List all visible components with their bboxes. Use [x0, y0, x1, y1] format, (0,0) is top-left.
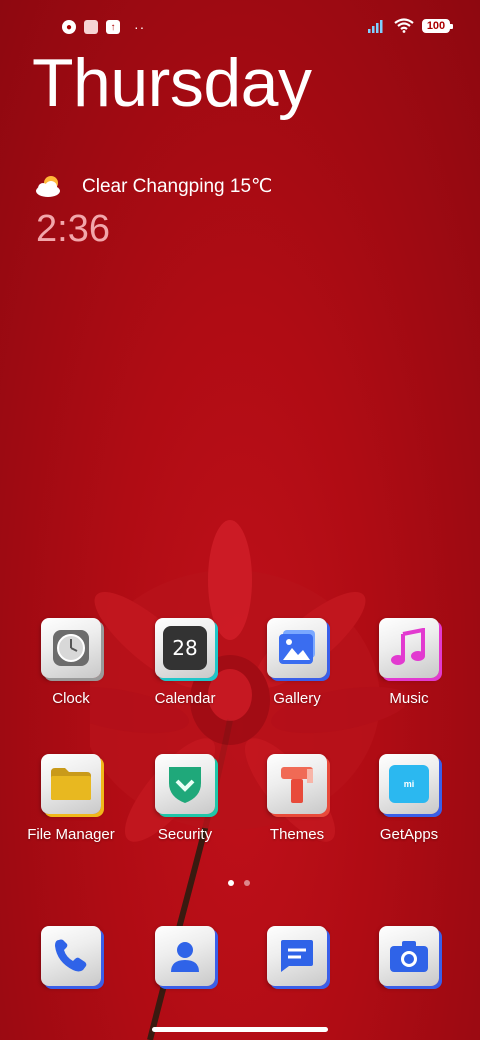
app-label: Themes — [269, 826, 325, 843]
page-dot-2[interactable] — [244, 880, 250, 886]
app-clock[interactable]: Clock — [16, 618, 126, 707]
app-calendar[interactable]: 28 Calendar — [130, 618, 240, 707]
battery-icon: 100 — [422, 18, 453, 33]
app-gallery[interactable]: Gallery — [242, 618, 352, 707]
notification-icon: ● — [62, 20, 76, 34]
contacts-icon — [155, 926, 215, 986]
app-label: Gallery — [273, 690, 321, 707]
calendar-date: 28 — [163, 626, 207, 670]
calendar-icon: 28 — [155, 618, 215, 678]
getapps-bag: mi — [389, 765, 429, 803]
app-label: Calendar — [154, 690, 216, 707]
app-themes[interactable]: Themes — [242, 754, 352, 843]
clock-time: 2:36 — [36, 208, 110, 250]
app-label: Clock — [52, 690, 90, 707]
music-icon — [379, 618, 439, 678]
weather-widget[interactable]: Clear Changping 15℃ — [34, 174, 272, 198]
shield-icon — [155, 754, 215, 814]
status-left: ● ↑ ·· — [62, 19, 145, 35]
dock-phone[interactable] — [16, 926, 126, 986]
page-indicator[interactable] — [228, 880, 250, 886]
weather-text: Clear Changping 15℃ — [82, 175, 273, 197]
messages-icon — [267, 926, 327, 986]
app-label: File Manager — [27, 826, 115, 843]
more-notifications-icon: ·· — [134, 19, 146, 35]
dock-camera[interactable] — [354, 926, 464, 986]
square-icon — [84, 20, 98, 34]
home-gesture-bar[interactable] — [152, 1027, 328, 1032]
camera-icon — [379, 926, 439, 986]
folder-icon — [41, 754, 101, 814]
upload-icon: ↑ — [106, 20, 120, 34]
app-file-manager[interactable]: File Manager — [16, 754, 126, 843]
app-label: GetApps — [379, 826, 439, 843]
page-dot-1[interactable] — [228, 880, 234, 886]
app-music[interactable]: Music — [354, 618, 464, 707]
dock-contacts[interactable] — [130, 926, 240, 986]
app-label: Music — [389, 690, 429, 707]
themes-icon — [267, 754, 327, 814]
clock-icon — [41, 618, 101, 678]
signal-icon — [368, 19, 383, 33]
dock-messages[interactable] — [242, 926, 352, 986]
phone-icon — [41, 926, 101, 986]
day-of-week: Thursday — [32, 45, 312, 121]
app-security[interactable]: Security — [130, 754, 240, 843]
wifi-icon — [394, 18, 414, 33]
cloud-sun-icon — [36, 176, 60, 197]
app-label: Security — [157, 826, 213, 843]
app-getapps[interactable]: mi GetApps — [354, 754, 464, 843]
getapps-icon: mi — [379, 754, 439, 814]
gallery-icon — [267, 618, 327, 678]
status-right: 100 — [368, 18, 453, 33]
